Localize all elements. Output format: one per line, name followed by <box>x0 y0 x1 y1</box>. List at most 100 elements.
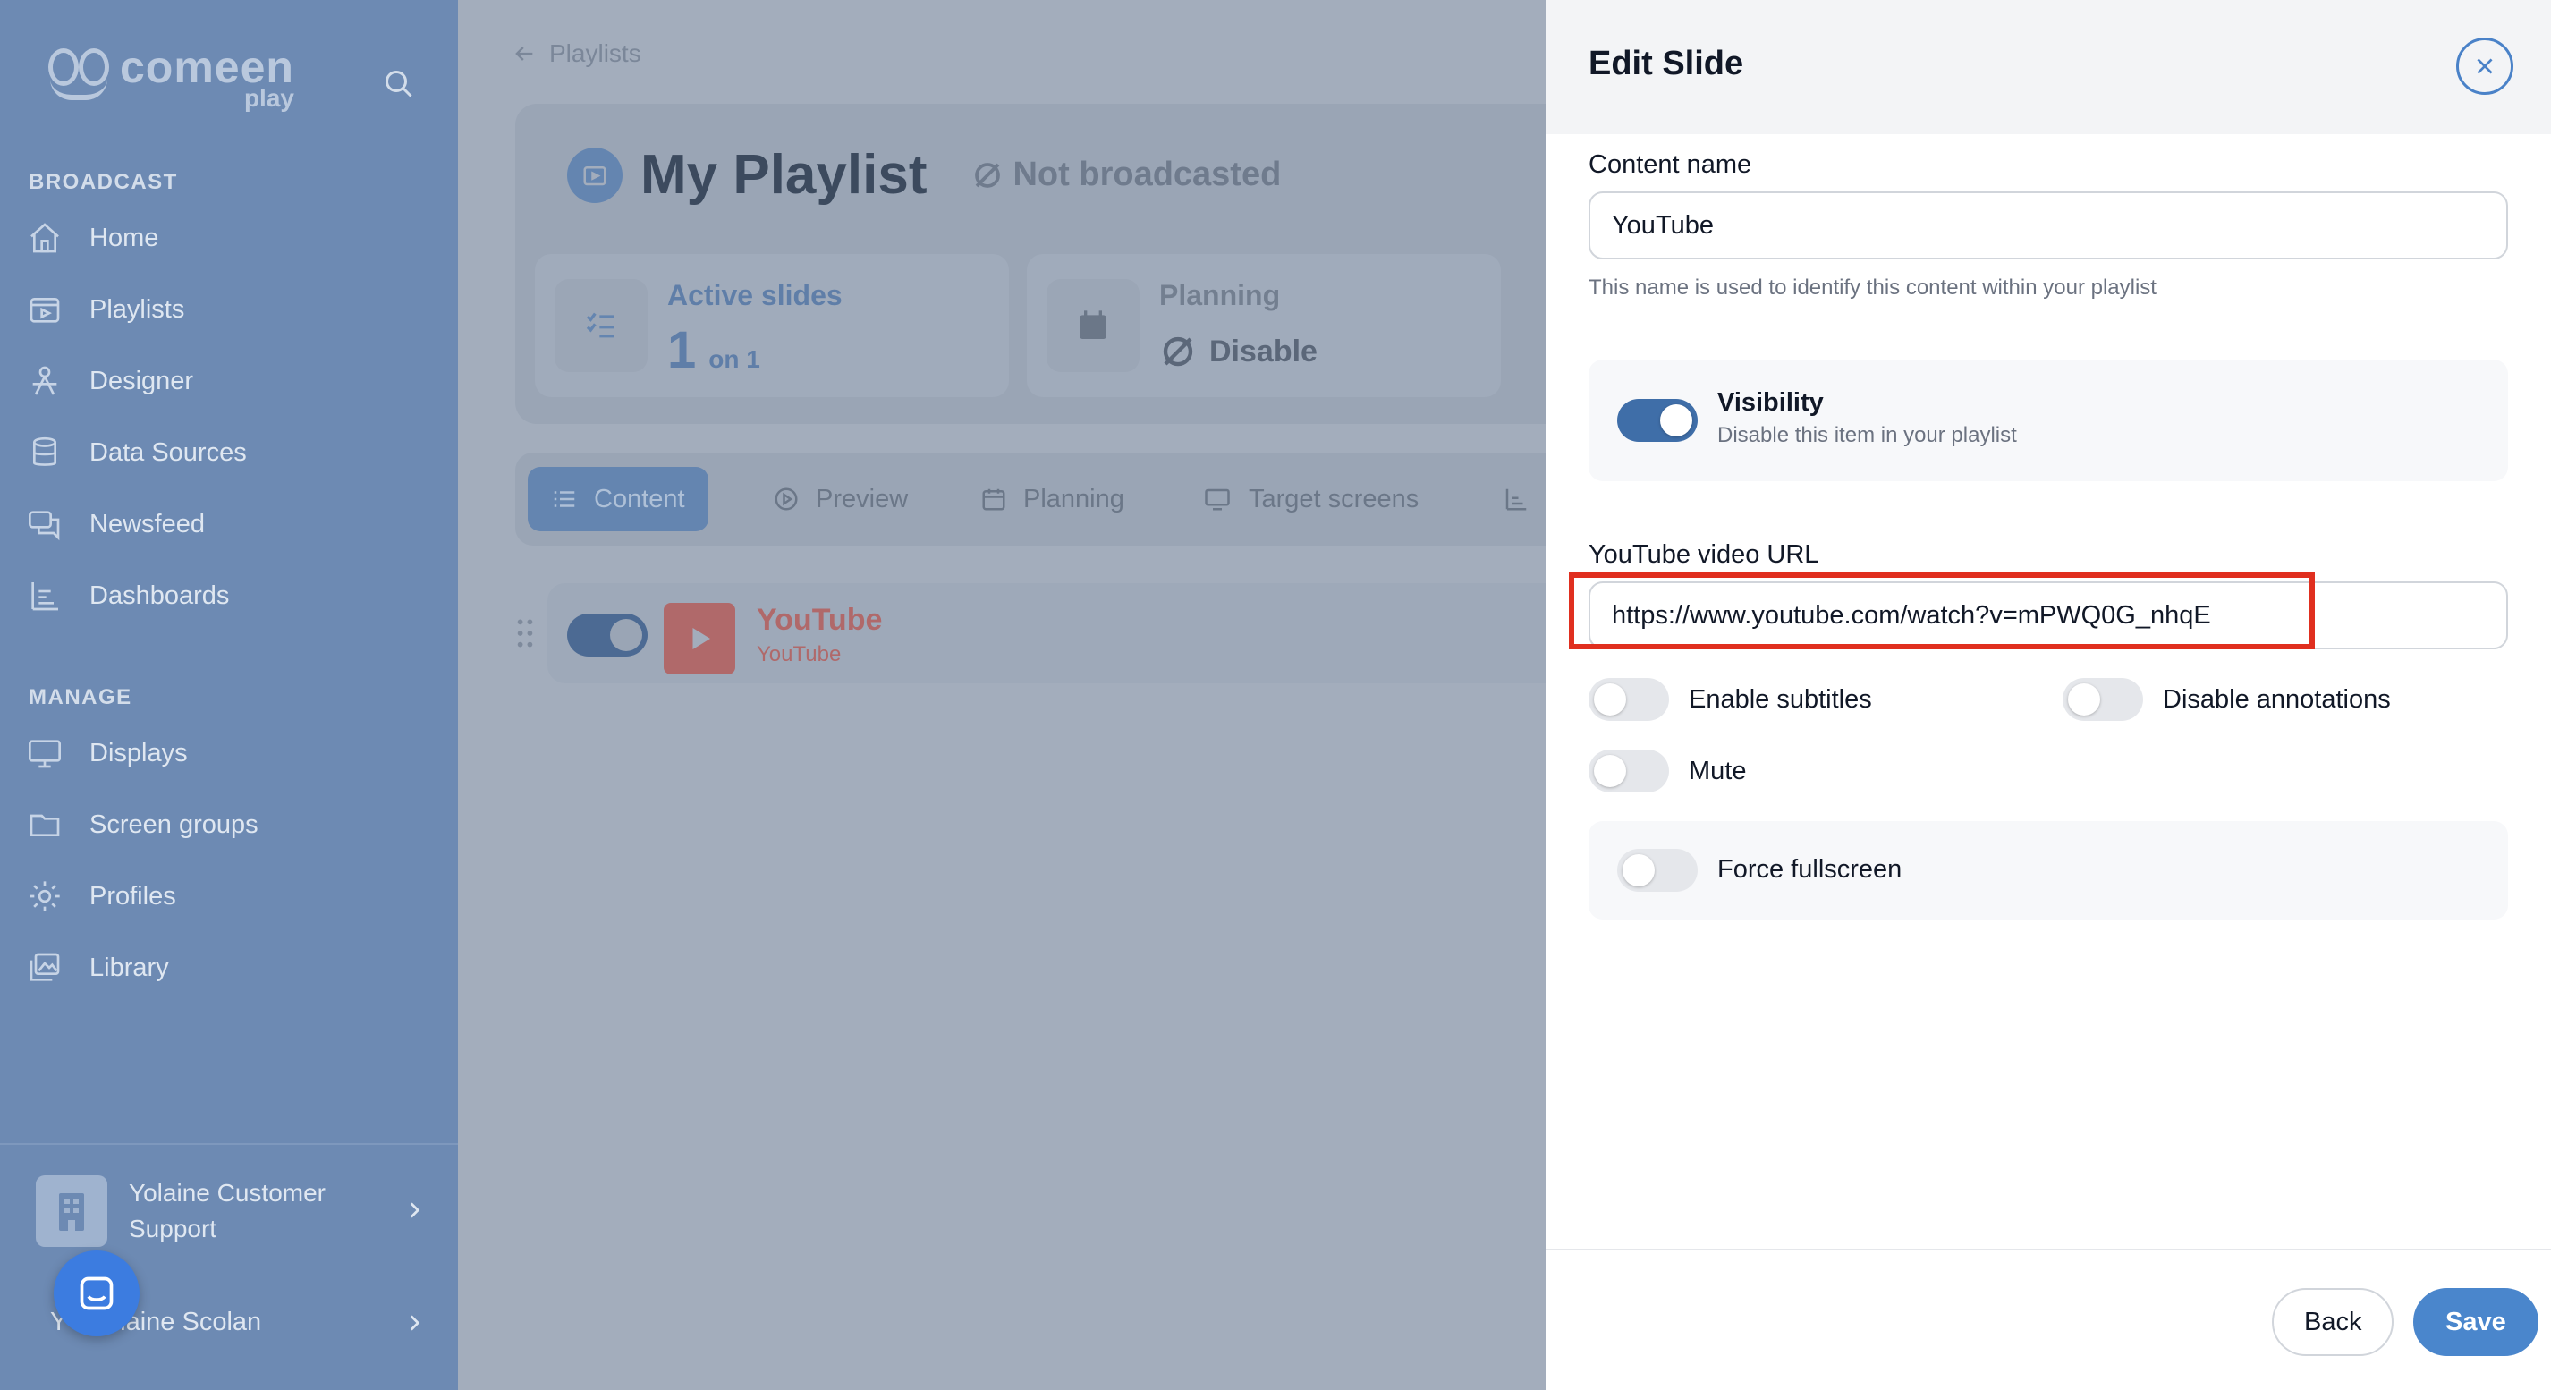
sidebar-item-label: Data Sources <box>89 437 247 467</box>
sidebar-item-label: Dashboards <box>89 581 230 610</box>
drawer-header: Edit Slide <box>1546 0 2551 134</box>
stat-sub: on 1 <box>708 345 760 373</box>
disable-annotations-toggle[interactable] <box>2063 678 2143 721</box>
sidebar-item-dashboards[interactable]: Dashboards <box>27 569 429 623</box>
sidebar-item-label: Screen groups <box>89 809 258 839</box>
database-icon <box>33 436 56 466</box>
image-library-icon <box>30 953 60 981</box>
sidebar-item-displays[interactable]: Displays <box>27 726 429 780</box>
force-fullscreen-toggle[interactable] <box>1617 849 1698 892</box>
close-icon <box>2477 58 2493 74</box>
logo-mark-icon <box>45 45 116 107</box>
chart-icon <box>1505 488 1527 511</box>
gear-icon <box>30 881 60 911</box>
breadcrumb-label: Playlists <box>549 39 641 67</box>
mute-label: Mute <box>1689 757 1747 785</box>
visibility-label: Visibility <box>1717 388 1824 417</box>
disable-annotations-label: Disable annotations <box>2163 685 2391 714</box>
sidebar-item-label: Profiles <box>89 881 176 911</box>
force-fullscreen-label: Force fullscreen <box>1717 855 1902 884</box>
folder-icon <box>30 814 60 836</box>
newsfeed-icon <box>29 511 60 541</box>
sidebar: comeen play BROADCAST Home Playlists Des… <box>0 0 458 1390</box>
content-name-input[interactable] <box>1589 191 2508 259</box>
enable-subtitles-label: Enable subtitles <box>1689 685 1872 714</box>
back-button[interactable]: Back <box>2272 1288 2394 1356</box>
arrow-left-icon <box>515 47 533 61</box>
slide-toggle[interactable] <box>567 614 648 657</box>
slide-subtitle: YouTube <box>757 642 842 666</box>
save-button[interactable]: Save <box>2413 1288 2538 1356</box>
chat-support-button[interactable] <box>54 1250 140 1336</box>
content-name-label: Content name <box>1589 150 1752 179</box>
tabs-bar: Content Preview Planning Target screens <box>515 453 1589 546</box>
slide-card[interactable]: YouTube YouTube <box>547 583 1589 683</box>
chevron-right-icon[interactable] <box>402 1311 426 1335</box>
play-circle-icon <box>775 487 798 511</box>
drag-handle-icon[interactable] <box>515 617 535 649</box>
home-icon <box>30 223 59 253</box>
drawer-title: Edit Slide <box>1589 45 1744 82</box>
chevron-right-icon[interactable] <box>402 1199 426 1222</box>
sidebar-item-playlists[interactable]: Playlists <box>27 283 429 336</box>
visibility-toggle[interactable] <box>1617 399 1698 442</box>
fullscreen-panel: Force fullscreen <box>1589 821 2508 920</box>
not-allowed-icon <box>975 162 1001 188</box>
list-icon <box>554 491 575 507</box>
chat-icon <box>80 1276 114 1310</box>
sidebar-item-screen-groups[interactable]: Screen groups <box>27 798 429 852</box>
org-name: Yolaine Customer Support <box>129 1179 326 1242</box>
sidebar-item-library[interactable]: Library <box>27 941 429 995</box>
slide-title: YouTube <box>757 603 883 637</box>
tab-preview[interactable]: Preview <box>750 467 931 531</box>
dashboard-icon <box>31 582 58 611</box>
edit-slide-drawer: Edit Slide Content name This name is use… <box>1546 0 2551 1390</box>
sidebar-item-label: Library <box>89 953 169 982</box>
enable-subtitles-toggle[interactable] <box>1589 678 1669 721</box>
section-broadcast: BROADCAST <box>29 170 178 194</box>
breadcrumb[interactable]: Playlists <box>512 39 641 68</box>
display-icon <box>1205 488 1230 511</box>
tab-content[interactable]: Content <box>528 467 708 531</box>
tab-planning[interactable]: Planning <box>957 467 1148 531</box>
sidebar-item-label: Home <box>89 223 159 252</box>
comeen-logo[interactable]: comeen play <box>45 45 294 111</box>
sidebar-item-label: Newsfeed <box>89 509 205 538</box>
playlist-header: My Playlist Not broadcasted Active slide… <box>515 104 1589 424</box>
sidebar-item-home[interactable]: Home <box>27 211 429 265</box>
sidebar-item-label: Displays <box>89 738 188 767</box>
close-button[interactable] <box>2456 38 2513 95</box>
tab-target-screens[interactable]: Target screens <box>1179 467 1442 531</box>
calendar-icon <box>982 488 1005 511</box>
display-icon <box>29 740 61 768</box>
broadcast-status: Not broadcasted <box>971 156 1281 194</box>
page-title: My Playlist <box>640 144 928 206</box>
youtube-url-label: YouTube video URL <box>1589 540 1819 569</box>
sidebar-item-newsfeed[interactable]: Newsfeed <box>27 497 429 551</box>
content-name-hint: This name is used to identify this conte… <box>1589 275 2157 300</box>
youtube-icon <box>664 603 735 674</box>
main-content: Playlists My Playlist Not broadcasted Ac… <box>458 0 1589 1390</box>
org-switcher[interactable]: Yolaine Customer Support <box>36 1175 370 1247</box>
sidebar-item-designer[interactable]: Designer <box>27 354 429 408</box>
section-manage: MANAGE <box>29 685 132 709</box>
mute-toggle[interactable] <box>1589 750 1669 792</box>
checklist-icon <box>555 279 648 372</box>
sidebar-item-profiles[interactable]: Profiles <box>27 869 429 923</box>
sidebar-item-data-sources[interactable]: Data Sources <box>27 426 429 479</box>
visibility-panel: Visibility Disable this item in your pla… <box>1589 360 2508 481</box>
drawer-scroll-gutter <box>2551 0 2576 1390</box>
logo-word: comeen <box>120 42 294 92</box>
designer-icon <box>32 366 57 395</box>
stat-label: Active slides <box>667 279 843 311</box>
slide-row: YouTube YouTube <box>515 583 1589 687</box>
sidebar-item-label: Playlists <box>89 294 185 324</box>
youtube-url-input[interactable] <box>1589 581 2508 649</box>
building-icon <box>36 1175 107 1247</box>
not-allowed-icon <box>1163 336 1193 367</box>
stat-label: Planning <box>1159 279 1281 311</box>
search-icon[interactable] <box>383 68 415 100</box>
drawer-footer: Back Save <box>1546 1249 2551 1390</box>
stat-planning: Planning Disable <box>1027 254 1501 397</box>
stat-value: Disable <box>1209 334 1318 369</box>
